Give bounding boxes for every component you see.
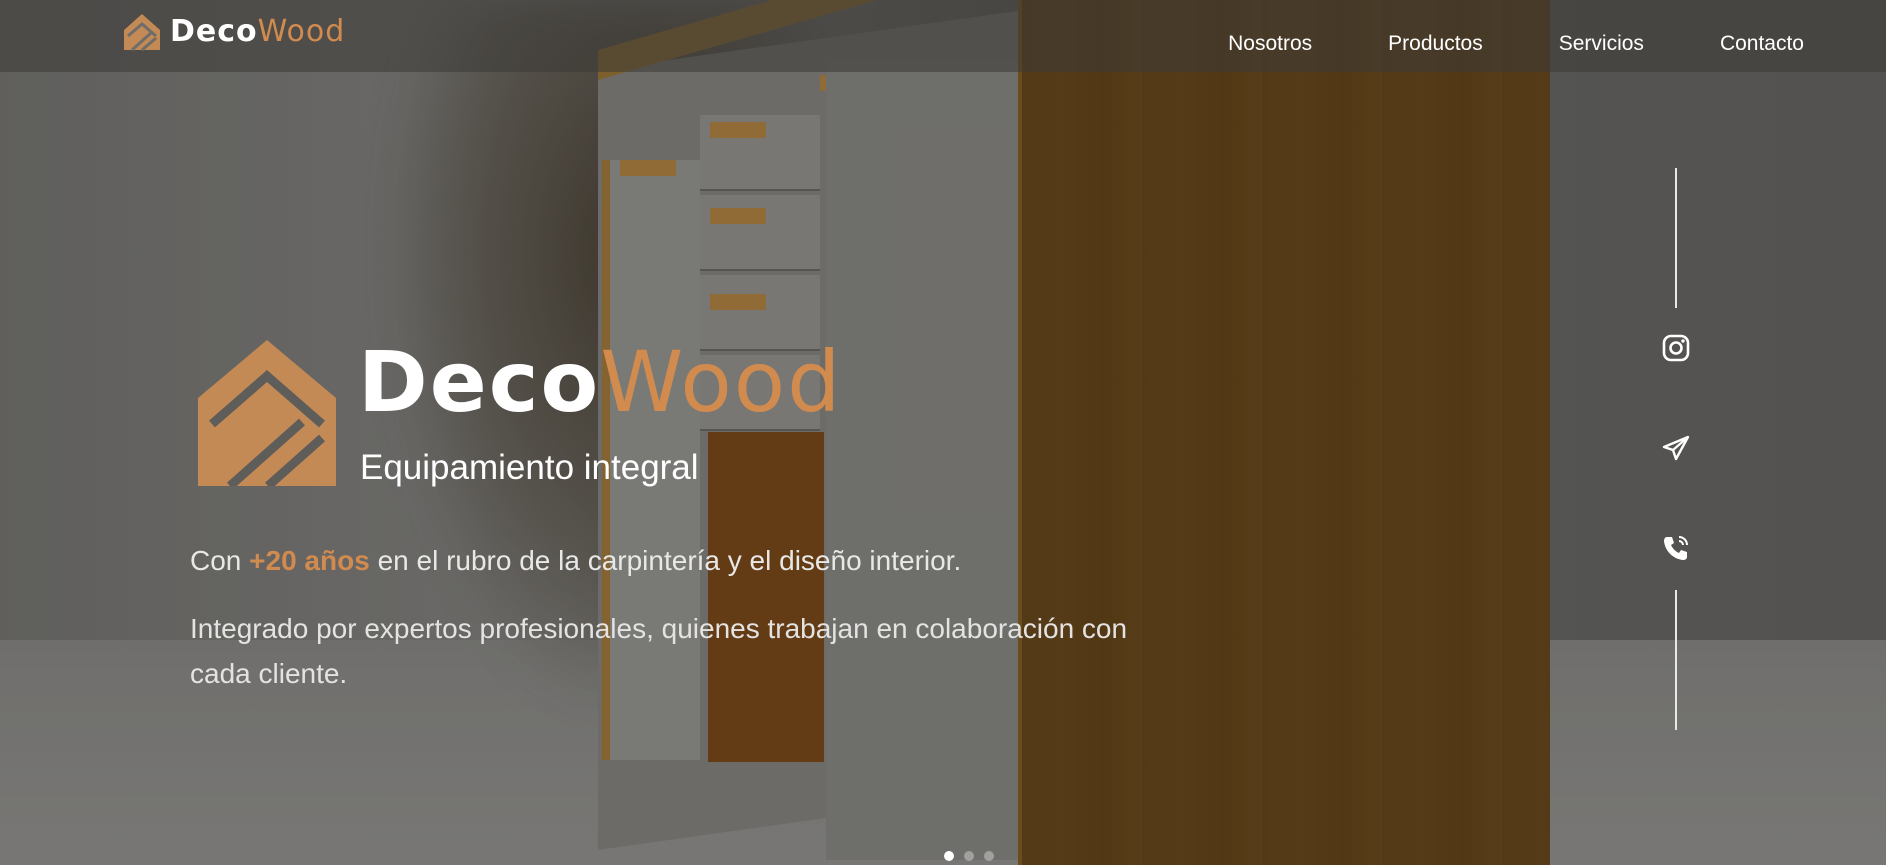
instagram-icon xyxy=(1662,334,1690,362)
paragraph-suffix: en el rubro de la carpintería y el diseñ… xyxy=(369,545,962,576)
nav-contacto[interactable]: Contacto xyxy=(1720,32,1804,56)
nav-productos[interactable]: Productos xyxy=(1388,32,1483,56)
social-rail-line-top xyxy=(1675,168,1677,308)
house-logo-large-icon xyxy=(198,340,336,486)
brand-name: DecoWood xyxy=(170,17,345,47)
phone-link[interactable] xyxy=(1660,532,1692,564)
hero-title-deco: Deco xyxy=(358,333,601,431)
telegram-link[interactable] xyxy=(1660,432,1692,464)
slider-dots xyxy=(944,851,994,861)
nav-servicios[interactable]: Servicios xyxy=(1559,32,1644,56)
brand-logo-link[interactable]: DecoWood xyxy=(122,12,345,52)
top-navbar: DecoWood Nosotros Productos Servicios Co… xyxy=(0,0,1886,72)
main-nav: Nosotros Productos Servicios Contacto xyxy=(1228,32,1804,56)
years-highlight: +20 años xyxy=(249,545,370,576)
hero-title: DecoWood xyxy=(358,340,842,424)
paragraph-prefix: Con xyxy=(190,545,250,576)
brand-name-deco: Deco xyxy=(170,14,258,49)
nav-nosotros[interactable]: Nosotros xyxy=(1228,32,1312,56)
hero-paragraph-experience: Con +20 años en el rubro de la carpinter… xyxy=(190,545,961,577)
brand-name-wood: Wood xyxy=(257,14,346,49)
slider-dot-2[interactable] xyxy=(964,851,974,861)
hero-subtitle: Equipamiento integral xyxy=(360,448,699,487)
phone-icon xyxy=(1664,536,1688,560)
hero-paragraph-team: Integrado por expertos profesionales, qu… xyxy=(190,613,1128,689)
instagram-link[interactable] xyxy=(1660,332,1692,364)
slider-dot-1[interactable] xyxy=(944,851,954,861)
house-logo-icon xyxy=(124,14,160,52)
social-rail-line-bottom xyxy=(1675,590,1677,730)
telegram-icon xyxy=(1662,435,1690,461)
slider-dot-3[interactable] xyxy=(984,851,994,861)
hero-title-wood: Wood xyxy=(600,333,843,431)
